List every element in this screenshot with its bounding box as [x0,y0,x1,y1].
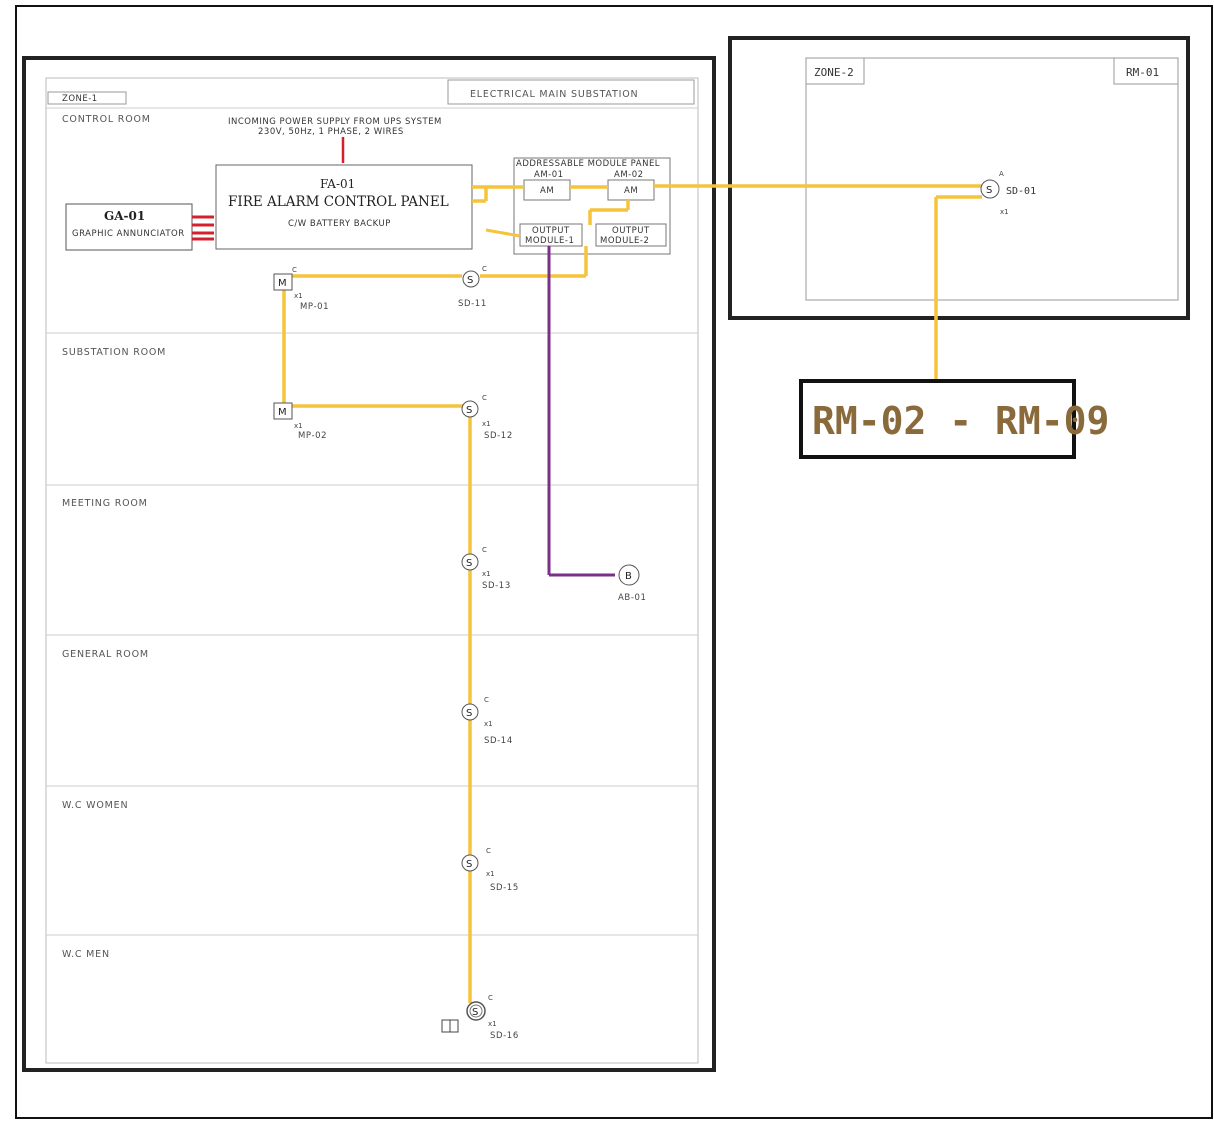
room-label-wc-women: W.C WOMEN [62,800,128,811]
rm01-tag: RM-01 [1126,66,1159,79]
sd16-tag: SD-16 [490,1031,519,1041]
sd11-sup-c: C [482,265,487,273]
sd15-tag: SD-15 [490,883,519,893]
am1-id: AM-01 [534,170,564,180]
panel-name: FIRE ALARM CONTROL PANEL [228,194,449,210]
am2-id: AM-02 [614,170,644,180]
sd15-sup-x1: x1 [486,870,495,878]
sd01-tag: SD-01 [1006,186,1036,197]
am1-label: AM [540,186,554,196]
sd12-sup-x1: x1 [482,420,491,428]
panel-sub: C/W BATTERY BACKUP [288,219,391,229]
sd01-symbol: S [986,185,992,196]
room-label-substation: SUBSTATION ROOM [62,347,166,358]
am2-label: AM [624,186,638,196]
sd13-tag: SD-13 [482,581,511,591]
mp02-symbol: M [278,407,287,418]
sd14-sup-c: C [484,696,489,704]
ab01-symbol: B [625,571,632,582]
sd11-symbol: S [467,275,473,286]
room-label-general: GENERAL ROOM [62,649,149,660]
out1-line2: MODULE-1 [525,236,574,246]
ab01-tag: AB-01 [618,593,647,603]
sd13-sup-c: C [482,546,487,554]
mp01-symbol: M [278,278,287,289]
sd12-symbol: S [466,405,472,416]
annunciator-name: GRAPHIC ANNUNCIATOR [72,229,185,239]
sd14-tag: SD-14 [484,736,513,746]
sd01-sup-x1: x1 [1000,208,1009,216]
sd11-tag: SD-11 [458,299,487,309]
sd13-sup-x1: x1 [482,570,491,578]
room-label-meeting: MEETING ROOM [62,498,148,509]
mp02-tag: MP-02 [298,431,327,441]
sd14-symbol: S [466,708,472,719]
room-label-wc-men: W.C MEN [62,949,110,960]
sd14-sup-x1: x1 [484,720,493,728]
out2-line2: MODULE-2 [600,236,649,246]
out1-line1: OUTPUT [532,226,570,236]
zone2-label: ZONE-2 [814,66,854,79]
out2-line1: OUTPUT [612,226,650,236]
sd12-tag: SD-12 [484,431,513,441]
sd15-sup-c: C [486,847,491,855]
area-label: ELECTRICAL MAIN SUBSTATION [470,89,638,100]
power-supply-line1: INCOMING POWER SUPPLY FROM UPS SYSTEM [228,117,442,127]
sd12-sup-c: C [482,394,487,402]
mp01-tag: MP-01 [300,302,329,312]
mp01-sup-x1: x1 [294,292,303,300]
zone1-label: ZONE-1 [62,94,98,104]
sd15-symbol: S [466,859,472,870]
callout-text: RM-02 - RM-09 [812,399,1109,443]
module-panel-title: ADDRESSABLE MODULE PANEL [516,159,660,169]
panel-id: FA-01 [320,177,355,191]
sd16-sup-x1: x1 [488,1020,497,1028]
zone2-frame [728,36,1190,320]
sd01-sup-a: A [999,170,1004,178]
annunciator-id: GA-01 [104,209,145,223]
sd16-symbol: S [472,1007,478,1018]
mp02-sup-x1: x1 [294,422,303,430]
sd16-sup-c: C [488,994,493,1002]
mp01-sup-c: C [292,266,297,274]
power-supply-line2: 230V, 50Hz, 1 PHASE, 2 WIRES [258,127,404,137]
room-label-control: CONTROL ROOM [62,114,151,125]
sd13-symbol: S [466,558,472,569]
